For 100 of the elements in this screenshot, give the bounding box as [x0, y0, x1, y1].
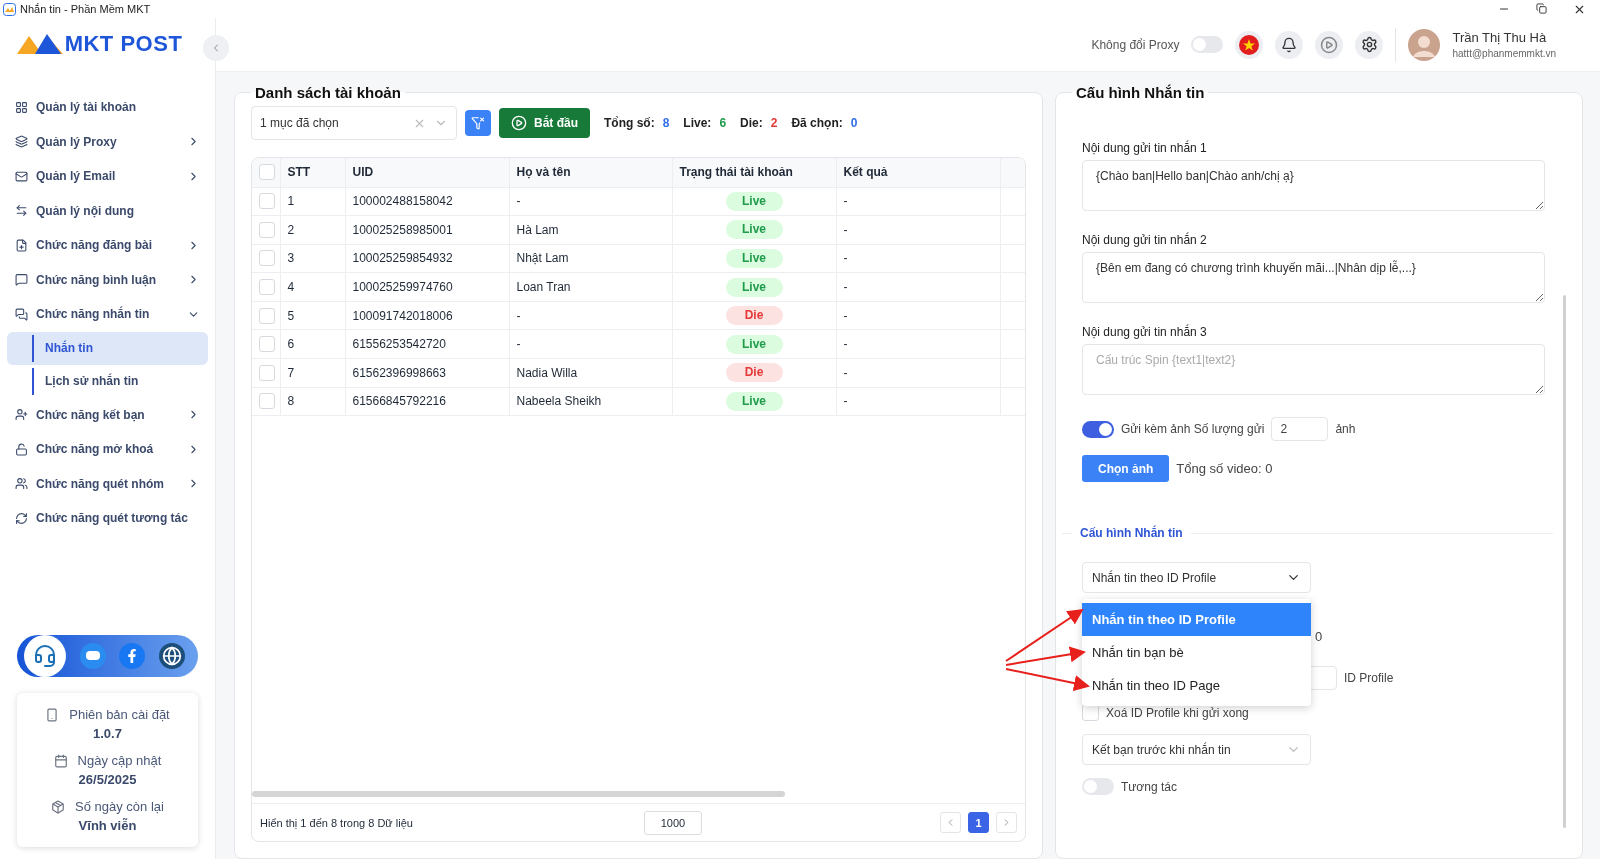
stat-label: Live:: [683, 116, 712, 130]
message-field[interactable]: {Bên em đang có chương trình khuyến mãi...|Nhân dịp lễ,...}: [1082, 252, 1545, 303]
settings-icon: [1360, 36, 1378, 53]
table-cell: 100025258985001: [345, 215, 509, 245]
table-cell: 100025259974760: [345, 272, 509, 302]
table-cell: -: [836, 358, 1000, 388]
user-email: hattt@phanmemmkt.vn: [1452, 48, 1556, 59]
table-cell: -: [836, 301, 1000, 330]
info-icon: [45, 707, 60, 722]
status-badge: Live: [725, 334, 783, 354]
table-cell: -: [509, 187, 672, 216]
info-label: Số ngày còn lại: [75, 799, 164, 814]
flag-button[interactable]: [1235, 30, 1264, 59]
info-label: Phiên bản cài đặt: [69, 707, 170, 722]
row-checkbox[interactable]: [259, 336, 275, 353]
column-header: UID: [345, 158, 509, 187]
row-checkbox[interactable]: [259, 364, 275, 381]
table-cell: 100002488158042: [345, 187, 509, 216]
sidebar-item[interactable]: Chức năng bình luận: [7, 262, 208, 297]
window-title: Nhắn tin - Phần Mềm MKT: [20, 3, 151, 15]
start-button[interactable]: Bắt đầu: [499, 108, 590, 138]
sidebar-item[interactable]: Quản lý Email: [7, 159, 208, 194]
row-checkbox[interactable]: [259, 250, 275, 267]
attach-label: Gửi kèm ảnh Số lượng gửi: [1121, 422, 1265, 436]
table-cell: -: [836, 215, 1000, 245]
menu-icon: [15, 135, 28, 149]
stat-value: 0: [850, 116, 858, 130]
video-total: Tổng số video: 0: [1176, 461, 1273, 476]
row-checkbox[interactable]: [259, 279, 275, 296]
stat-label: Tổng số:: [604, 116, 655, 130]
stat-value: 2: [770, 116, 778, 130]
play-button[interactable]: [1315, 30, 1344, 59]
table-cell: -: [836, 329, 1000, 359]
dropdown-option[interactable]: Nhắn tin bạn bè: [1082, 636, 1311, 669]
row-checkbox[interactable]: [259, 193, 275, 210]
headset-icon: [32, 644, 57, 668]
settings-button[interactable]: [1355, 30, 1384, 59]
account-select[interactable]: 1 mục đã chọn: [251, 106, 457, 140]
dropdown-option[interactable]: Nhắn tin theo ID Profile: [1082, 603, 1311, 636]
page-button[interactable]: 1: [968, 812, 989, 833]
toggle-switch[interactable]: [1082, 420, 1114, 438]
status-badge: Live: [725, 391, 783, 411]
support-button[interactable]: [23, 635, 66, 677]
filter-button[interactable]: [465, 110, 491, 136]
stat-label: Die:: [740, 116, 763, 130]
globe-icon[interactable]: [159, 643, 186, 669]
menu-icon: [15, 511, 28, 525]
message-field[interactable]: Cấu trúc Spin {text1|text2}: [1082, 344, 1545, 395]
id-profile-label: ID Profile: [1344, 671, 1394, 685]
status-badge: Die: [725, 306, 783, 326]
sidebar-item[interactable]: Chức năng quét nhóm: [7, 466, 208, 501]
message-field[interactable]: {Chào ban|Hello ban|Chào anh/chị ạ}: [1082, 160, 1545, 211]
play-icon: [1320, 35, 1339, 54]
row-checkbox[interactable]: [259, 393, 275, 410]
page-size-field[interactable]: 1000: [644, 810, 702, 835]
sidebar-item[interactable]: Quản lý nội dung: [7, 193, 208, 228]
select-all-checkbox[interactable]: [259, 164, 275, 181]
friend-select[interactable]: Kết bạn trước khi nhắn tin: [1082, 734, 1311, 765]
sidebar-item[interactable]: Quản lý Proxy: [7, 124, 208, 159]
chat-bubble-icon[interactable]: [79, 643, 106, 669]
sidebar-item[interactable]: Chức năng đăng bài: [7, 228, 208, 263]
stat-value: 6: [719, 116, 727, 130]
sidebar-item[interactable]: Chức năng nhắn tin: [7, 297, 208, 332]
notification-button[interactable]: [1275, 30, 1304, 59]
info-label: Ngày cập nhật: [77, 753, 162, 768]
table-cell: 3: [280, 244, 345, 273]
row-checkbox[interactable]: [259, 307, 275, 324]
restore-icon[interactable]: [1536, 2, 1547, 14]
previous-page-button[interactable]: [940, 812, 961, 833]
info-value: 1.0.7: [93, 726, 122, 741]
sidebar-item[interactable]: Chức năng quét tương tác: [7, 501, 208, 536]
sidebar-subitem[interactable]: Lịch sử nhắn tin: [7, 364, 208, 398]
sidebar-item[interactable]: Quản lý tài khoản: [7, 90, 208, 125]
count-field[interactable]: 2: [1271, 417, 1329, 441]
proxy-label: Không đổi Proxy: [1091, 37, 1180, 52]
section-title: Cấu hình Nhắn tin: [1080, 526, 1183, 540]
table-cell: 100025259854932: [345, 244, 509, 273]
sidebar-subitem[interactable]: Nhắn tin: [7, 331, 208, 365]
bell-icon: [1281, 36, 1298, 53]
dropdown-option[interactable]: Nhắn tin theo ID Page: [1082, 669, 1311, 702]
table-cell: -: [836, 387, 1000, 416]
toggle-switch[interactable]: [1191, 36, 1224, 53]
menu-icon: [15, 307, 28, 321]
mode-select[interactable]: Nhắn tin theo ID Profile: [1082, 562, 1311, 593]
unit-label: ảnh: [1335, 422, 1356, 436]
sidebar-item[interactable]: Chức năng mở khoá: [7, 432, 208, 467]
facebook-icon[interactable]: [119, 643, 146, 669]
panel-title: Danh sách tài khoản: [254, 84, 402, 101]
next-page-button[interactable]: [996, 812, 1017, 833]
menu-icon: [15, 442, 28, 456]
choose-image-button[interactable]: Chọn ảnh: [1082, 455, 1170, 482]
table-cell: 100091742018006: [345, 301, 509, 330]
row-checkbox[interactable]: [259, 221, 275, 238]
info-value: Vĩnh viễn: [78, 818, 137, 833]
collapse-button[interactable]: [203, 35, 229, 61]
table-cell: -: [509, 329, 672, 359]
toggle-switch[interactable]: [1082, 778, 1114, 795]
sidebar-item[interactable]: Chức năng kết bạn: [7, 397, 208, 432]
table-cell: 8: [280, 387, 345, 416]
stat-value: 8: [662, 116, 670, 130]
